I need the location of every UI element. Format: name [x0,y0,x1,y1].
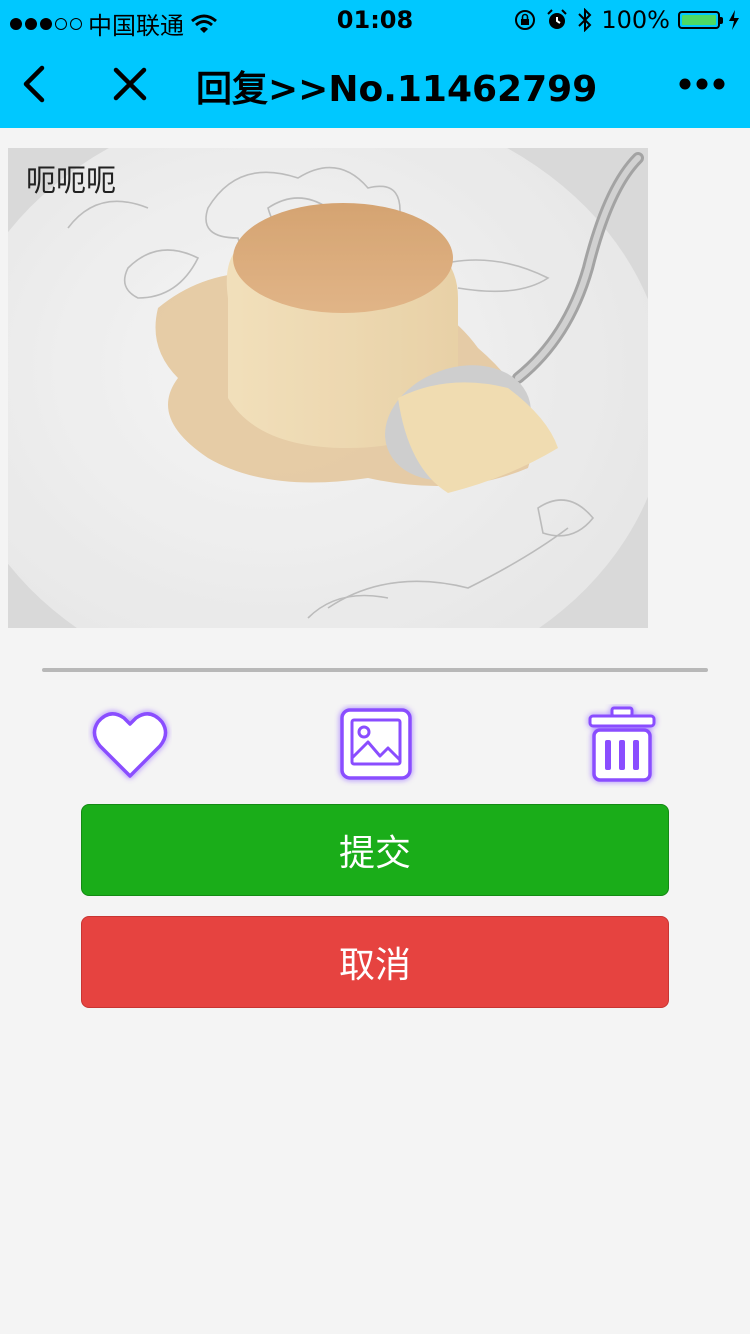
photo-caption: 呃呃呃 [26,164,116,199]
status-right: 100% [513,6,740,34]
reply-photo[interactable]: 呃呃呃 [8,148,648,628]
chevron-left-icon [23,65,45,103]
pudding-photo-image [8,148,648,628]
close-button[interactable] [108,62,152,106]
add-image-button[interactable] [334,704,418,788]
image-icon [340,708,412,780]
divider [42,668,708,672]
navigation-bar: 回复>>No.11462799 [0,40,750,128]
more-menu-button[interactable] [678,70,726,98]
charging-icon [729,10,739,30]
battery-icon [678,11,723,29]
page-title: 回复>>No.11462799 [196,69,598,110]
back-button[interactable] [16,62,56,106]
bluetooth-icon [578,8,592,32]
delete-button[interactable] [580,704,664,788]
like-button[interactable] [88,704,172,788]
alarm-icon [547,9,568,29]
more-dots-icon [679,78,725,90]
battery-percent: 100% [601,6,670,34]
heart-icon [92,712,168,778]
trash-icon [588,706,656,782]
submit-button[interactable]: 提交 [81,804,669,896]
rotation-lock-icon [515,10,536,30]
cancel-button[interactable]: 取消 [81,916,669,1008]
status-bar: 中国联通 01:08 100% [0,0,750,40]
close-icon [113,67,147,101]
